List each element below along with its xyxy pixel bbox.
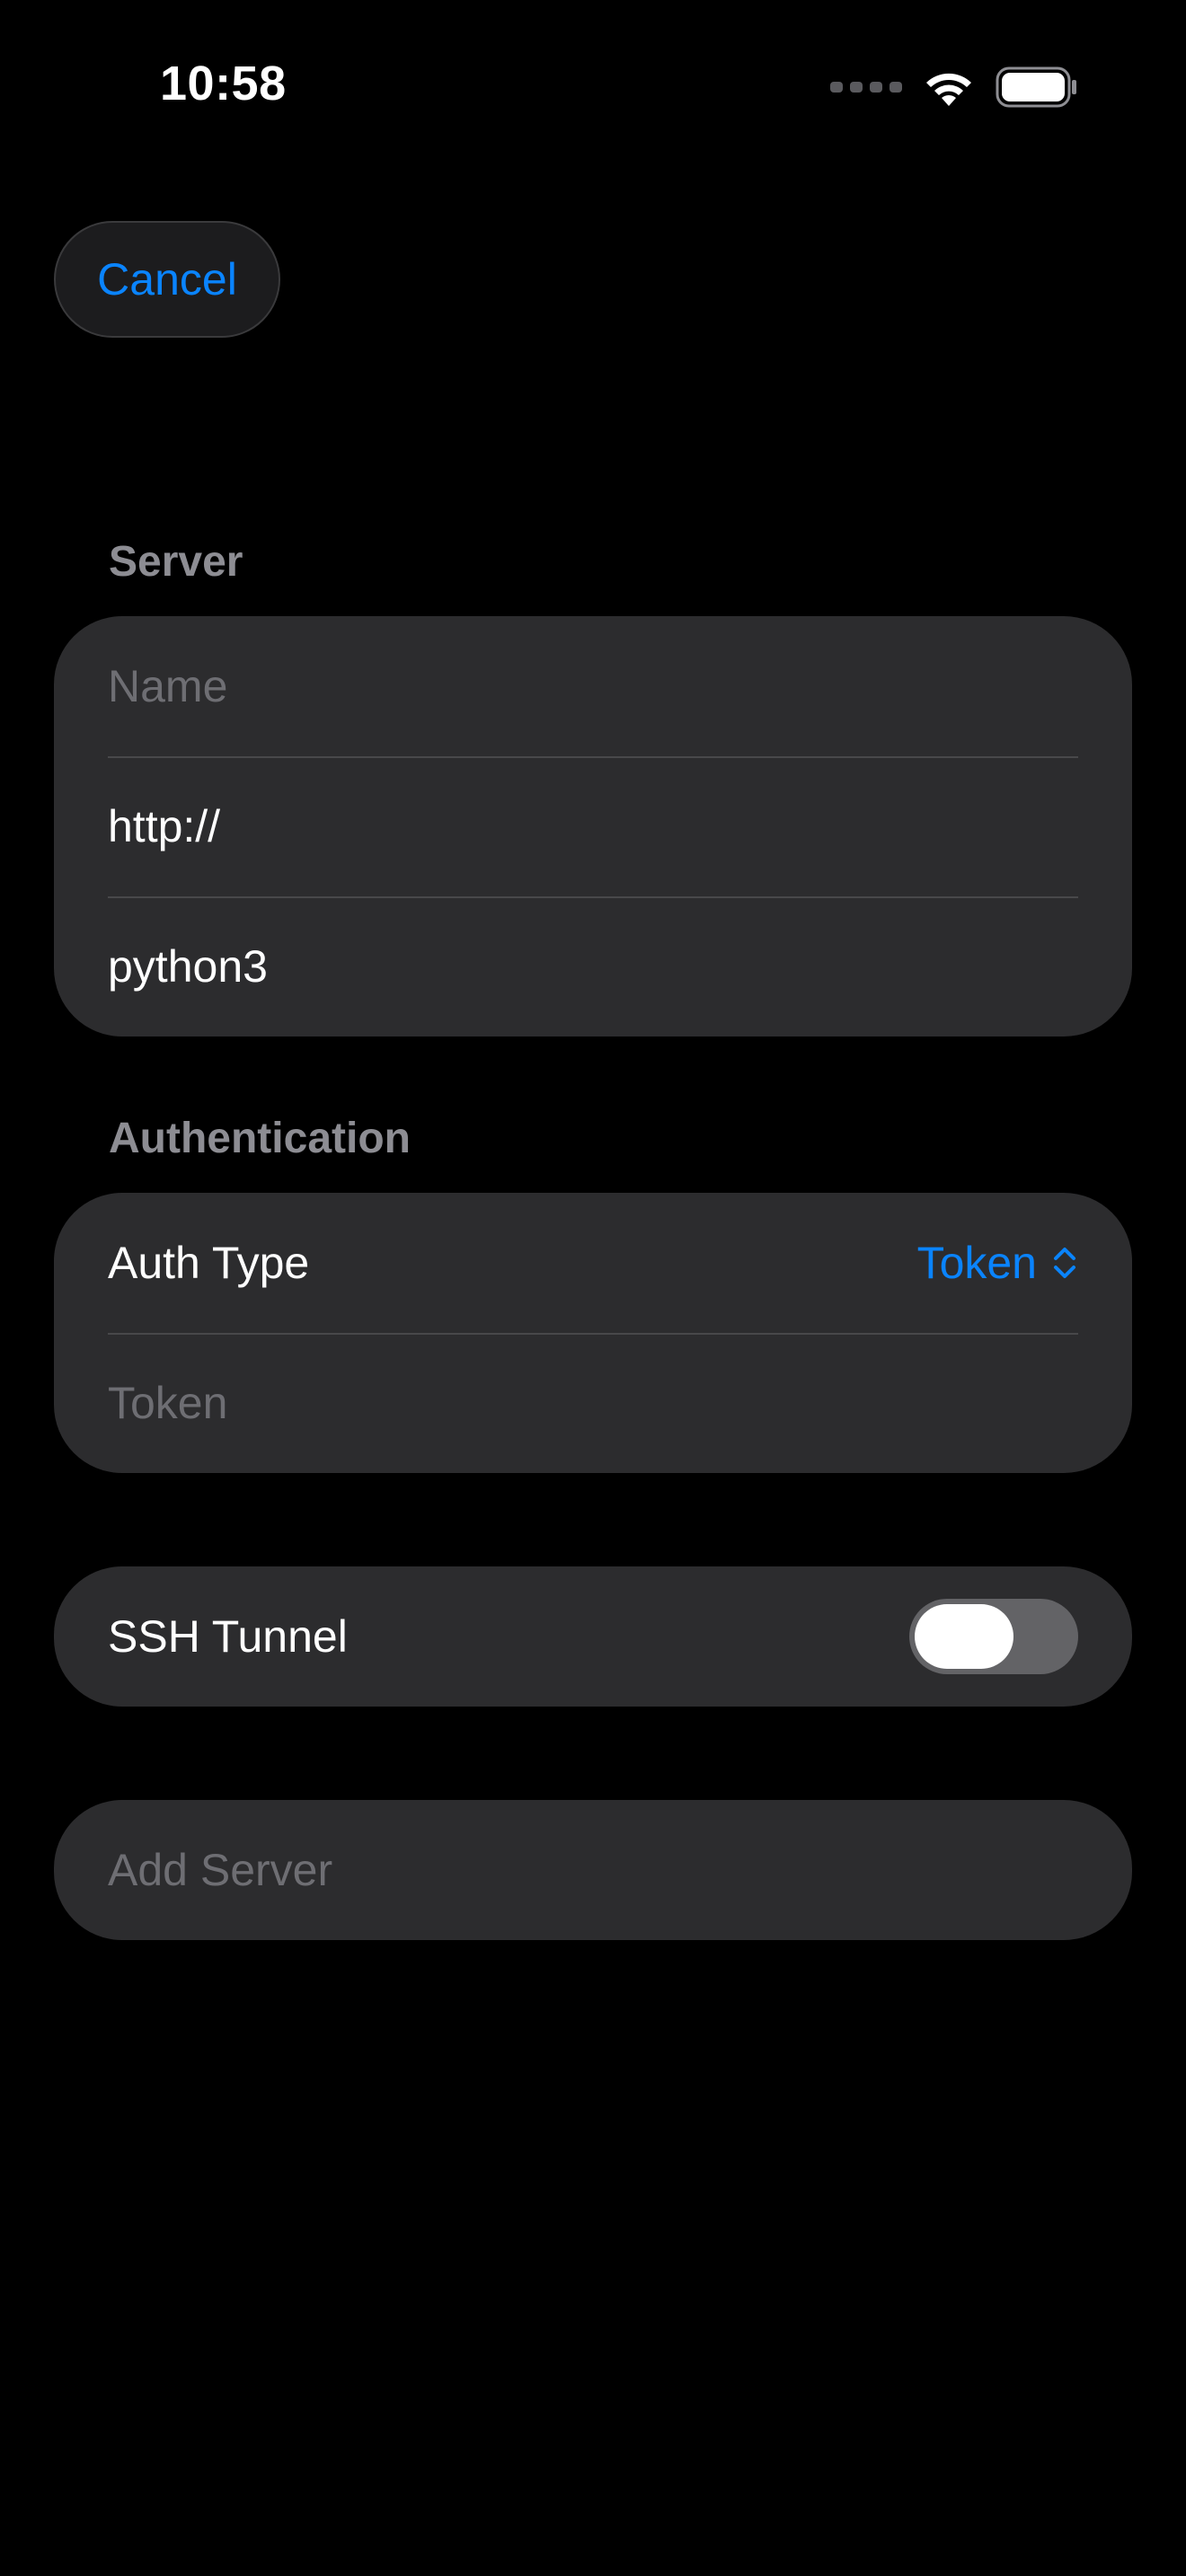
cellular-signal-icon: [830, 82, 902, 93]
status-time: 10:58: [160, 57, 287, 110]
toggle-knob: [915, 1604, 1013, 1669]
ssh-tunnel-label: SSH Tunnel: [108, 1611, 348, 1662]
status-icons: [830, 65, 1078, 110]
token-field-placeholder: Token: [108, 1378, 228, 1428]
ssh-tunnel-toggle[interactable]: [909, 1599, 1078, 1674]
name-field-placeholder: Name: [108, 661, 228, 711]
chevron-up-down-icon: [1054, 1248, 1075, 1278]
ssh-tunnel-card: SSH Tunnel: [54, 1566, 1132, 1707]
add-server-card: Add Server: [54, 1800, 1132, 1940]
token-field[interactable]: Token: [54, 1333, 1132, 1473]
server-section-header: Server: [109, 538, 243, 586]
authentication-card: Auth Type Token Token: [54, 1193, 1132, 1473]
kernel-field-value: python3: [108, 941, 268, 992]
server-card: Name http:// python3: [54, 616, 1132, 1037]
kernel-field[interactable]: python3: [54, 896, 1132, 1037]
wifi-icon: [926, 73, 971, 106]
auth-type-value: Token: [916, 1238, 1037, 1288]
cancel-button[interactable]: Cancel: [54, 221, 280, 338]
add-server-label: Add Server: [108, 1845, 333, 1895]
name-field[interactable]: Name: [54, 616, 1132, 756]
authentication-section-header: Authentication: [109, 1115, 411, 1162]
add-server-button[interactable]: Add Server: [54, 1800, 1132, 1940]
auth-type-picker[interactable]: Token: [917, 1237, 1078, 1289]
auth-type-row[interactable]: Auth Type Token: [54, 1193, 1132, 1333]
auth-type-label: Auth Type: [108, 1238, 310, 1288]
url-field[interactable]: http://: [54, 756, 1132, 896]
url-field-value: http://: [108, 801, 221, 851]
ssh-tunnel-row: SSH Tunnel: [54, 1566, 1132, 1707]
battery-icon: [996, 66, 1076, 108]
status-bar: 10:58: [0, 0, 1186, 171]
